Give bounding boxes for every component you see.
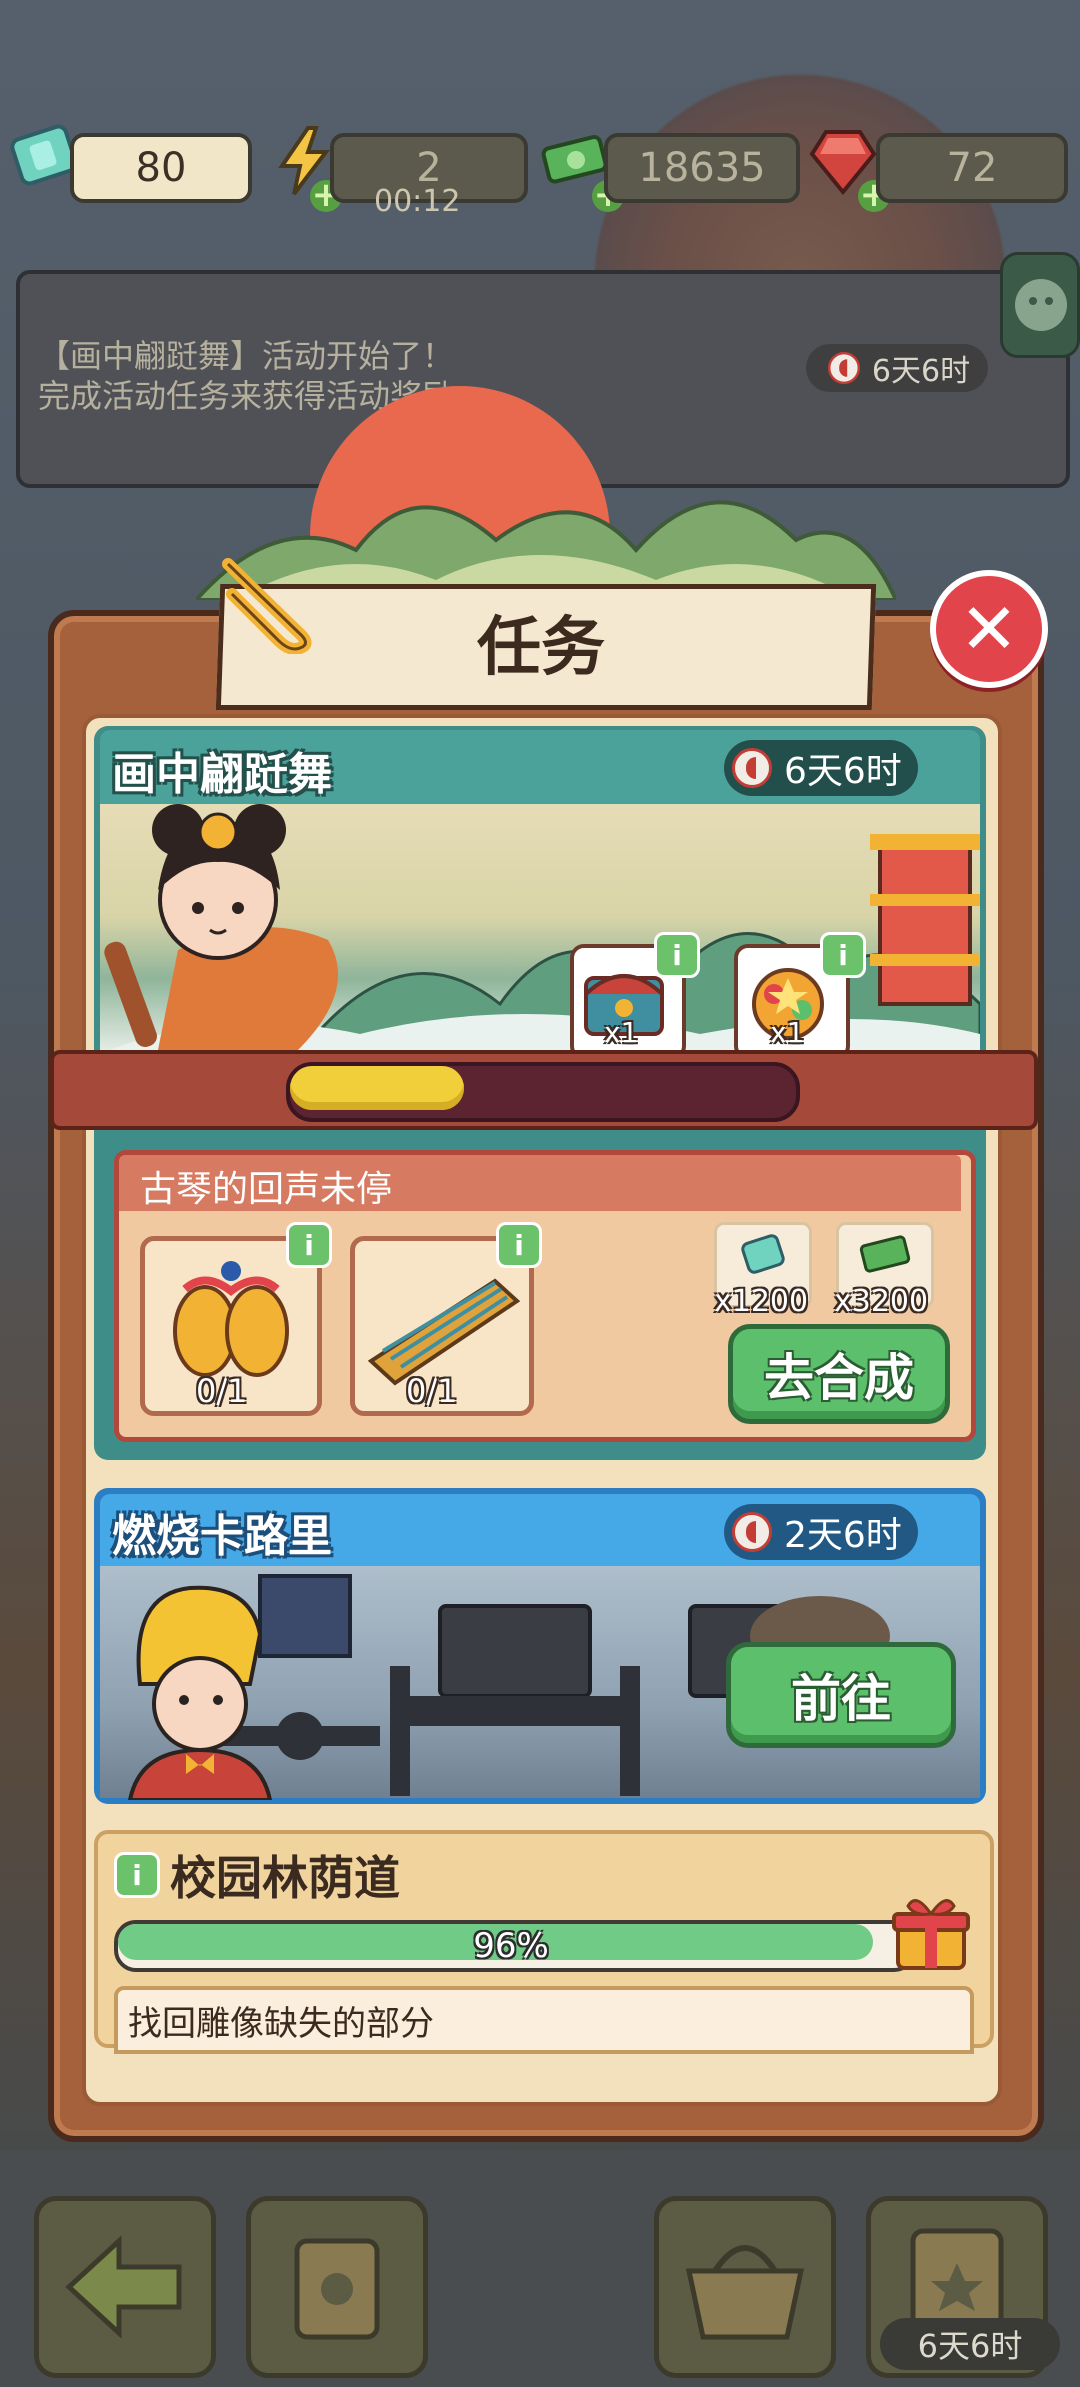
shop-button[interactable] bbox=[246, 2196, 428, 2378]
campus-progress-text: 96% bbox=[473, 1926, 549, 1966]
event-task-timer-text: 6天6时 bbox=[784, 751, 902, 792]
clock-icon bbox=[827, 352, 860, 384]
basket-button[interactable] bbox=[654, 2196, 836, 2378]
chef-character-icon bbox=[100, 1574, 300, 1802]
event-task-timer: 6天6时 bbox=[724, 740, 918, 796]
subtask-title: 古琴的回声未停 bbox=[140, 1169, 393, 1210]
subtask-reward-cash-count: x3200 bbox=[834, 1284, 929, 1319]
campus-subtask-title: 找回雕像缺失的部分 bbox=[128, 2004, 434, 2044]
reward-gift-count: x1 bbox=[770, 1016, 805, 1049]
clock-icon bbox=[732, 748, 772, 788]
paperclip-icon bbox=[208, 544, 328, 655]
gift-box-icon[interactable] bbox=[886, 1886, 976, 1976]
chat-icon[interactable] bbox=[1000, 252, 1080, 358]
close-button[interactable]: ✕ bbox=[930, 570, 1048, 688]
banner-line-1: 【画中翩跹舞】活动开始了！ bbox=[38, 337, 455, 375]
gym-task-timer: 2天6时 bbox=[724, 1504, 918, 1560]
required-item-count: 0/1 bbox=[406, 1372, 458, 1410]
close-icon: ✕ bbox=[959, 588, 1019, 670]
gym-task-title: 燃烧卡路里 bbox=[112, 1511, 332, 1562]
info-icon[interactable]: i bbox=[286, 1222, 332, 1268]
subtask-reward-ticket-count: x1200 bbox=[714, 1284, 809, 1319]
info-icon[interactable]: i bbox=[654, 932, 700, 978]
banner-timer: 6天6时 bbox=[806, 344, 988, 392]
info-icon[interactable]: i bbox=[820, 932, 866, 978]
energy-timer: 00:12 bbox=[374, 184, 461, 219]
clock-icon bbox=[732, 1512, 772, 1552]
synthesize-button[interactable]: 去合成 bbox=[728, 1324, 950, 1424]
ticket-count: 80 bbox=[70, 133, 252, 203]
gem-count: 72 bbox=[876, 133, 1068, 203]
campus-task-title: 校园林荫道 bbox=[170, 1851, 400, 1905]
reward-chest-count: x1 bbox=[604, 1016, 639, 1049]
back-button[interactable] bbox=[34, 2196, 216, 2378]
gym-task-timer-text: 2天6时 bbox=[784, 1515, 902, 1556]
bottom-timer: 6天6时 bbox=[880, 2318, 1060, 2370]
required-item-count: 0/1 bbox=[196, 1372, 248, 1410]
info-icon[interactable]: i bbox=[496, 1222, 542, 1268]
banner-timer-text: 6天6时 bbox=[871, 354, 971, 389]
go-button[interactable]: 前往 bbox=[726, 1642, 956, 1748]
dancer-character-icon bbox=[98, 790, 338, 1060]
event-progress-fill bbox=[290, 1066, 464, 1110]
info-icon[interactable]: i bbox=[114, 1852, 160, 1898]
cash-count: 18635 bbox=[604, 133, 800, 203]
